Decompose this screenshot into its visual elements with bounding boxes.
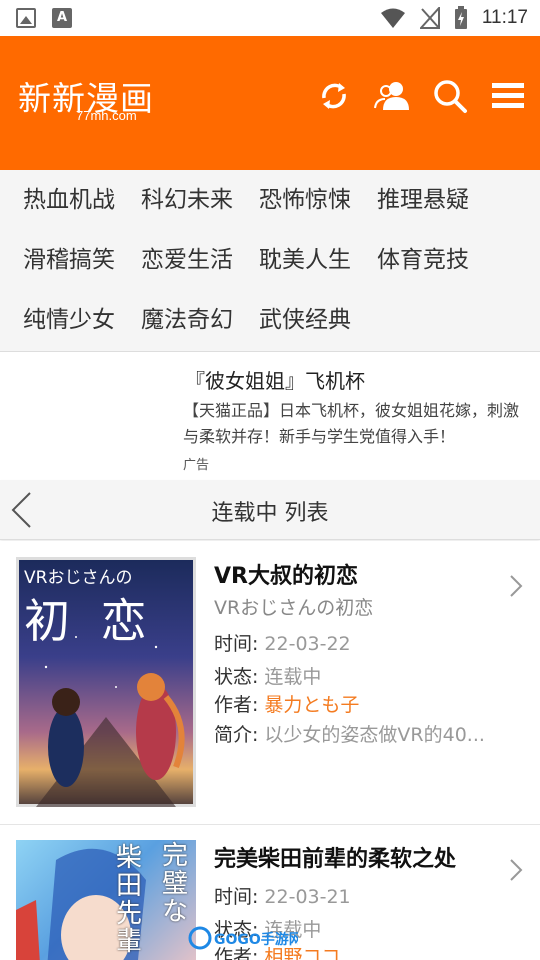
category-item[interactable]: 推理悬疑 <box>377 184 495 244</box>
wifi-icon <box>380 8 405 28</box>
ad-title[interactable]: 『彼女姐姐』飞机杯 <box>185 365 365 394</box>
font-notification-icon: A <box>52 8 72 28</box>
manga-cover[interactable]: VRおじさんの 初 恋 <box>16 557 196 807</box>
cover-title-large: 初 恋 <box>24 594 155 648</box>
author-link[interactable]: 暴力とも子 <box>264 694 359 716</box>
gallery-notification-icon <box>16 8 36 28</box>
manga-list-item[interactable]: VRおじさんの 初 恋 VR大叔的初恋 VRおじさんの初恋 时间: 22-03-2… <box>0 541 540 824</box>
time-label: 时间: <box>214 886 259 908</box>
category-item[interactable]: 恐怖惊悚 <box>259 184 377 244</box>
ad-label: 广告 <box>183 458 210 473</box>
cover-title-vertical-b: 柴田先輩 <box>116 843 143 957</box>
chevron-right-icon[interactable] <box>508 857 524 883</box>
watermark-text: GOGO手游网 <box>214 931 298 948</box>
cover-title-vertical-a: 完璧な <box>162 841 189 927</box>
intro-text: 以少女的姿态做VR的40... <box>264 724 485 746</box>
time-value: 22-03-22 <box>264 633 351 655</box>
category-item[interactable]: 恋爱生活 <box>141 244 259 304</box>
manga-status: 状态: 连载中 <box>214 662 321 689</box>
no-signal-icon <box>419 7 440 29</box>
category-item[interactable]: 滑稽搞笑 <box>23 244 141 304</box>
manga-alt-title: VRおじさんの初恋 <box>214 597 374 619</box>
clock: 11:17 <box>481 7 528 28</box>
category-grid: 热血机战 科幻未来 恐怖惊悚 推理悬疑 滑稽搞笑 恋爱生活 耽美人生 体育竞技 … <box>0 170 540 352</box>
battery-charging-icon <box>454 6 467 29</box>
refresh-icon[interactable] <box>316 78 352 114</box>
manga-time: 时间: 22-03-22 <box>214 629 351 656</box>
chevron-right-icon[interactable] <box>508 573 524 599</box>
user-icon[interactable] <box>374 78 410 114</box>
menu-icon[interactable] <box>490 78 526 114</box>
watermark-logo: GOGO手游网 <box>188 926 298 950</box>
category-item[interactable]: 热血机战 <box>23 184 141 244</box>
manga-cover[interactable]: 完璧な 柴田先輩 <box>16 840 196 960</box>
category-item[interactable]: 科幻未来 <box>141 184 259 244</box>
manga-title[interactable]: VR大叔的初恋 <box>214 558 358 590</box>
ad-banner[interactable]: 『彼女姐姐』飞机杯 【天猫正品】日本飞机杯，彼女姐姐花嫁，刺激与柔软并存！新手与… <box>0 353 540 480</box>
manga-intro: 简介: 以少女的姿态做VR的40... <box>214 720 485 747</box>
manga-title[interactable]: 完美柴田前辈的柔软之处 <box>214 841 456 873</box>
app-header: 新新漫画 77mh.com <box>0 36 540 170</box>
app-logo-domain: 77mh.com <box>76 108 137 123</box>
category-item[interactable]: 耽美人生 <box>259 244 377 304</box>
list-header: 连载中 列表 <box>0 480 540 540</box>
intro-label: 简介: <box>214 724 259 746</box>
status-bar: A 11:17 <box>0 0 540 36</box>
status-value: 连载中 <box>264 666 322 688</box>
manga-time: 时间: 22-03-21 <box>214 882 351 909</box>
author-label: 作者: <box>214 694 259 716</box>
time-value: 22-03-21 <box>264 886 351 908</box>
status-label: 状态: <box>214 666 259 688</box>
time-label: 时间: <box>214 633 259 655</box>
manga-author: 作者: 暴力とも子 <box>214 690 359 717</box>
search-icon[interactable] <box>432 78 468 114</box>
category-item[interactable]: 体育竞技 <box>377 244 495 304</box>
ad-description[interactable]: 【天猫正品】日本飞机杯，彼女姐姐花嫁，刺激与柔软并存！新手与学生党值得入手！ <box>183 398 533 450</box>
list-title: 连载中 列表 <box>211 501 329 526</box>
